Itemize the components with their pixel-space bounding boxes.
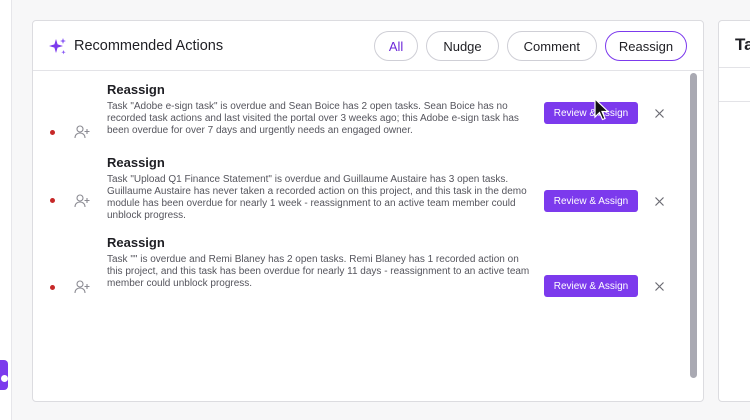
divider [719, 67, 750, 68]
action-title: Reassign [107, 235, 165, 250]
filter-tabs: All Nudge Comment Reassign [373, 31, 687, 61]
recommended-actions-panel: Recommended Actions All Nudge Comment Re… [32, 20, 704, 402]
action-title: Reassign [107, 155, 165, 170]
secondary-panel-title: Ta [735, 35, 750, 54]
action-description: Task "Adobe e-sign task" is overdue and … [107, 101, 519, 136]
review-assign-button[interactable]: Review & Assign [544, 275, 638, 297]
filter-comment[interactable]: Comment [506, 31, 597, 61]
panel-header: Recommended Actions All Nudge Comment Re… [33, 21, 703, 71]
list-item: Reassign Task "Upload Q1 Finance Stateme… [33, 155, 687, 238]
panel-title: Recommended Actions [74, 38, 224, 54]
action-description: Task "Upload Q1 Finance Statement" is ov… [107, 174, 527, 221]
status-dot-icon [50, 285, 55, 290]
list-item: Reassign Task "" is overdue and Remi Bla… [33, 235, 687, 308]
sparkle-icon [49, 38, 66, 55]
status-dot-icon [50, 130, 55, 135]
filter-reassign[interactable]: Reassign [605, 31, 687, 61]
side-launcher-tab[interactable] [0, 360, 8, 390]
action-title: Reassign [107, 82, 165, 97]
divider [719, 101, 750, 102]
list-item: Reassign Task "Adobe e-sign task" is ove… [33, 72, 687, 158]
review-assign-button[interactable]: Review & Assign [544, 102, 638, 124]
scrollbar[interactable] [690, 73, 698, 397]
close-icon[interactable] [654, 281, 665, 292]
scrollbar-thumb[interactable] [690, 73, 697, 378]
close-icon[interactable] [654, 196, 665, 207]
filter-nudge[interactable]: Nudge [426, 31, 499, 61]
filter-all[interactable]: All [373, 31, 419, 61]
action-description: Task "" is overdue and Remi Blaney has 2… [107, 254, 530, 289]
close-icon[interactable] [654, 108, 665, 119]
user-add-icon[interactable] [74, 279, 90, 295]
secondary-panel: Ta [718, 20, 750, 402]
launcher-dot-icon [1, 375, 8, 382]
user-add-icon[interactable] [74, 124, 90, 140]
left-rail [0, 0, 12, 420]
review-assign-button[interactable]: Review & Assign [544, 190, 638, 212]
status-dot-icon [50, 198, 55, 203]
actions-list: Reassign Task "Adobe e-sign task" is ove… [33, 72, 687, 401]
user-add-icon[interactable] [74, 193, 90, 209]
